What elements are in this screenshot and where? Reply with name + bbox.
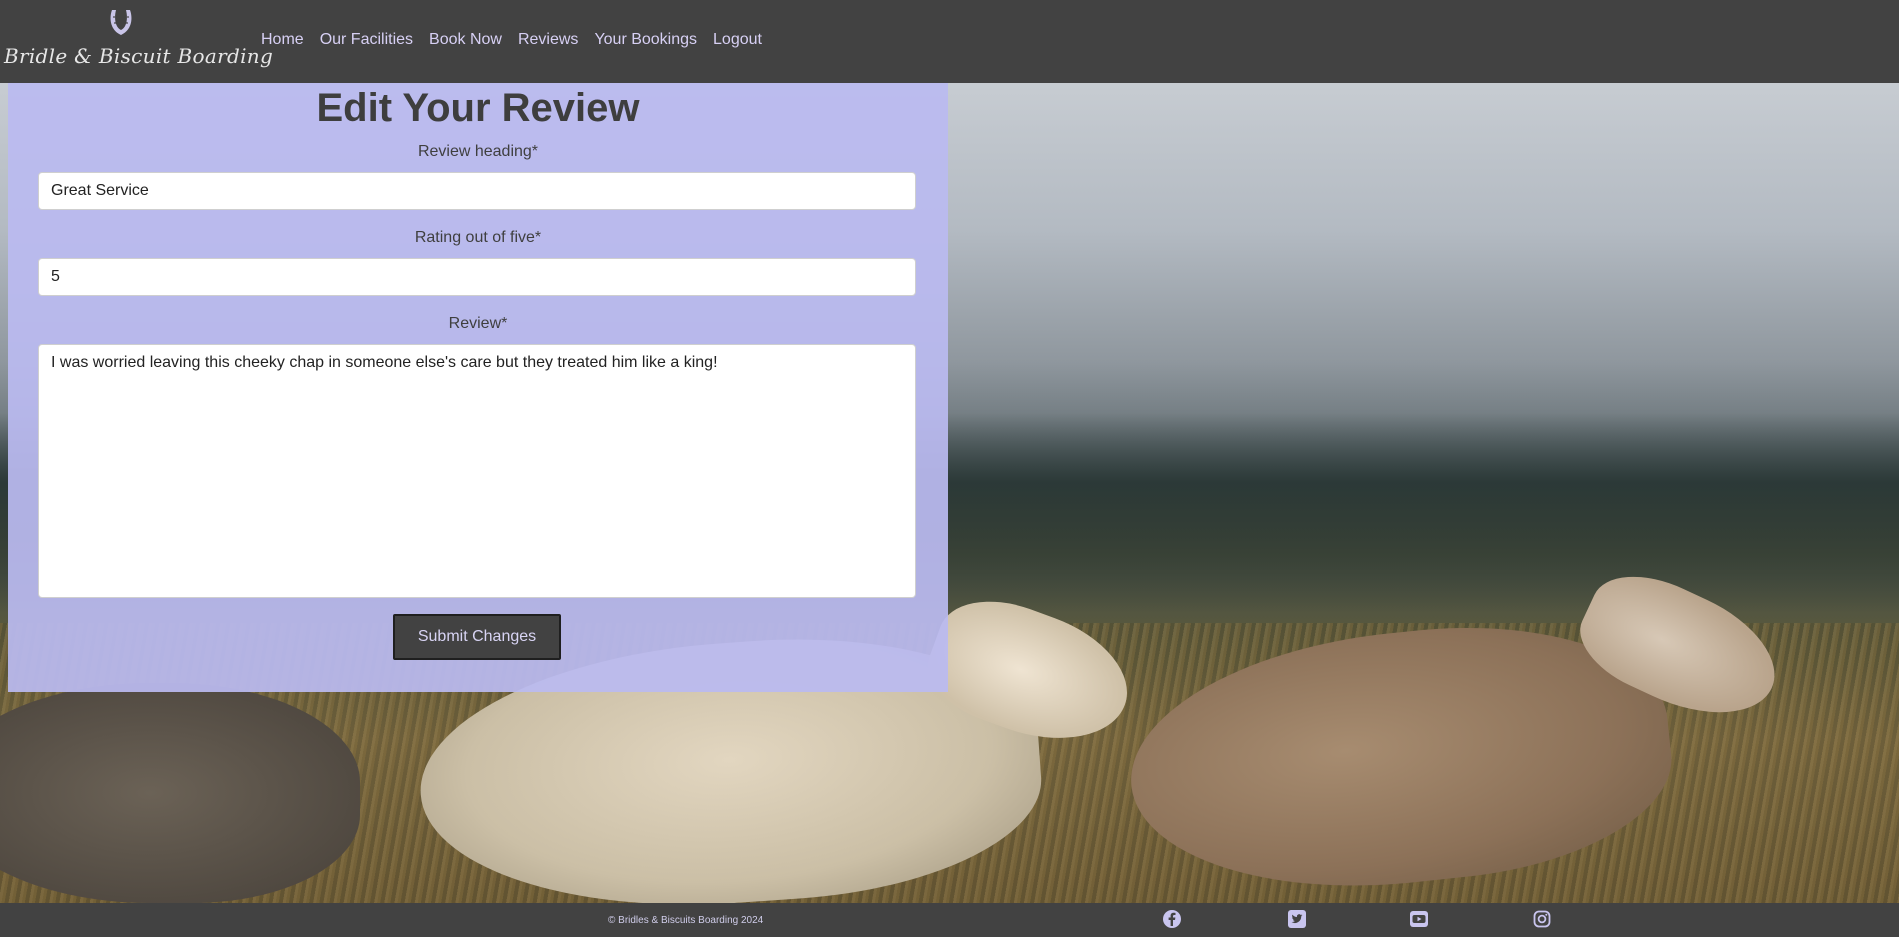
review-heading-value: Great Service (51, 182, 149, 199)
rating-label: Rating out of five* (414, 229, 542, 246)
review-label: Review* (448, 315, 508, 332)
nav-our-facilities[interactable]: Our Facilities (320, 31, 413, 49)
main-nav: Home Our Facilities Book Now Reviews You… (261, 31, 778, 49)
instagram-icon[interactable] (1532, 909, 1552, 929)
review-textarea[interactable]: I was worried leaving this cheeky chap i… (38, 344, 916, 598)
navbar: Bridle & Biscuit Boarding Home Our Facil… (0, 0, 1899, 83)
brand-name: Bridle & Biscuit Boarding (4, 44, 274, 68)
rating-value: 5 (51, 268, 60, 285)
edit-review-form: Edit Your Review Review heading* Great S… (8, 83, 948, 692)
nav-logout[interactable]: Logout (713, 31, 762, 49)
nav-your-bookings[interactable]: Your Bookings (594, 31, 697, 49)
facebook-icon[interactable] (1162, 909, 1182, 929)
submit-changes-button[interactable]: Submit Changes (393, 614, 561, 660)
review-heading-input[interactable]: Great Service (38, 172, 916, 210)
brand-logo-link[interactable]: Bridle & Biscuit Boarding (4, 6, 273, 72)
page-title: Edit Your Review (316, 86, 640, 130)
footer: © Bridles & Biscuits Boarding 2024 (0, 903, 1899, 937)
review-heading-label: Review heading* (417, 143, 539, 160)
twitter-icon[interactable] (1287, 909, 1307, 929)
copyright-text: © Bridles & Biscuits Boarding 2024 (608, 915, 764, 926)
review-text: I was worried leaving this cheeky chap i… (51, 354, 718, 371)
nav-book-now[interactable]: Book Now (429, 31, 502, 49)
horseshoe-icon (110, 10, 132, 35)
nav-reviews[interactable]: Reviews (518, 31, 578, 49)
youtube-icon[interactable] (1409, 909, 1429, 929)
nav-home[interactable]: Home (261, 31, 304, 49)
rating-input[interactable]: 5 (38, 258, 916, 296)
horse-dark (0, 683, 360, 903)
